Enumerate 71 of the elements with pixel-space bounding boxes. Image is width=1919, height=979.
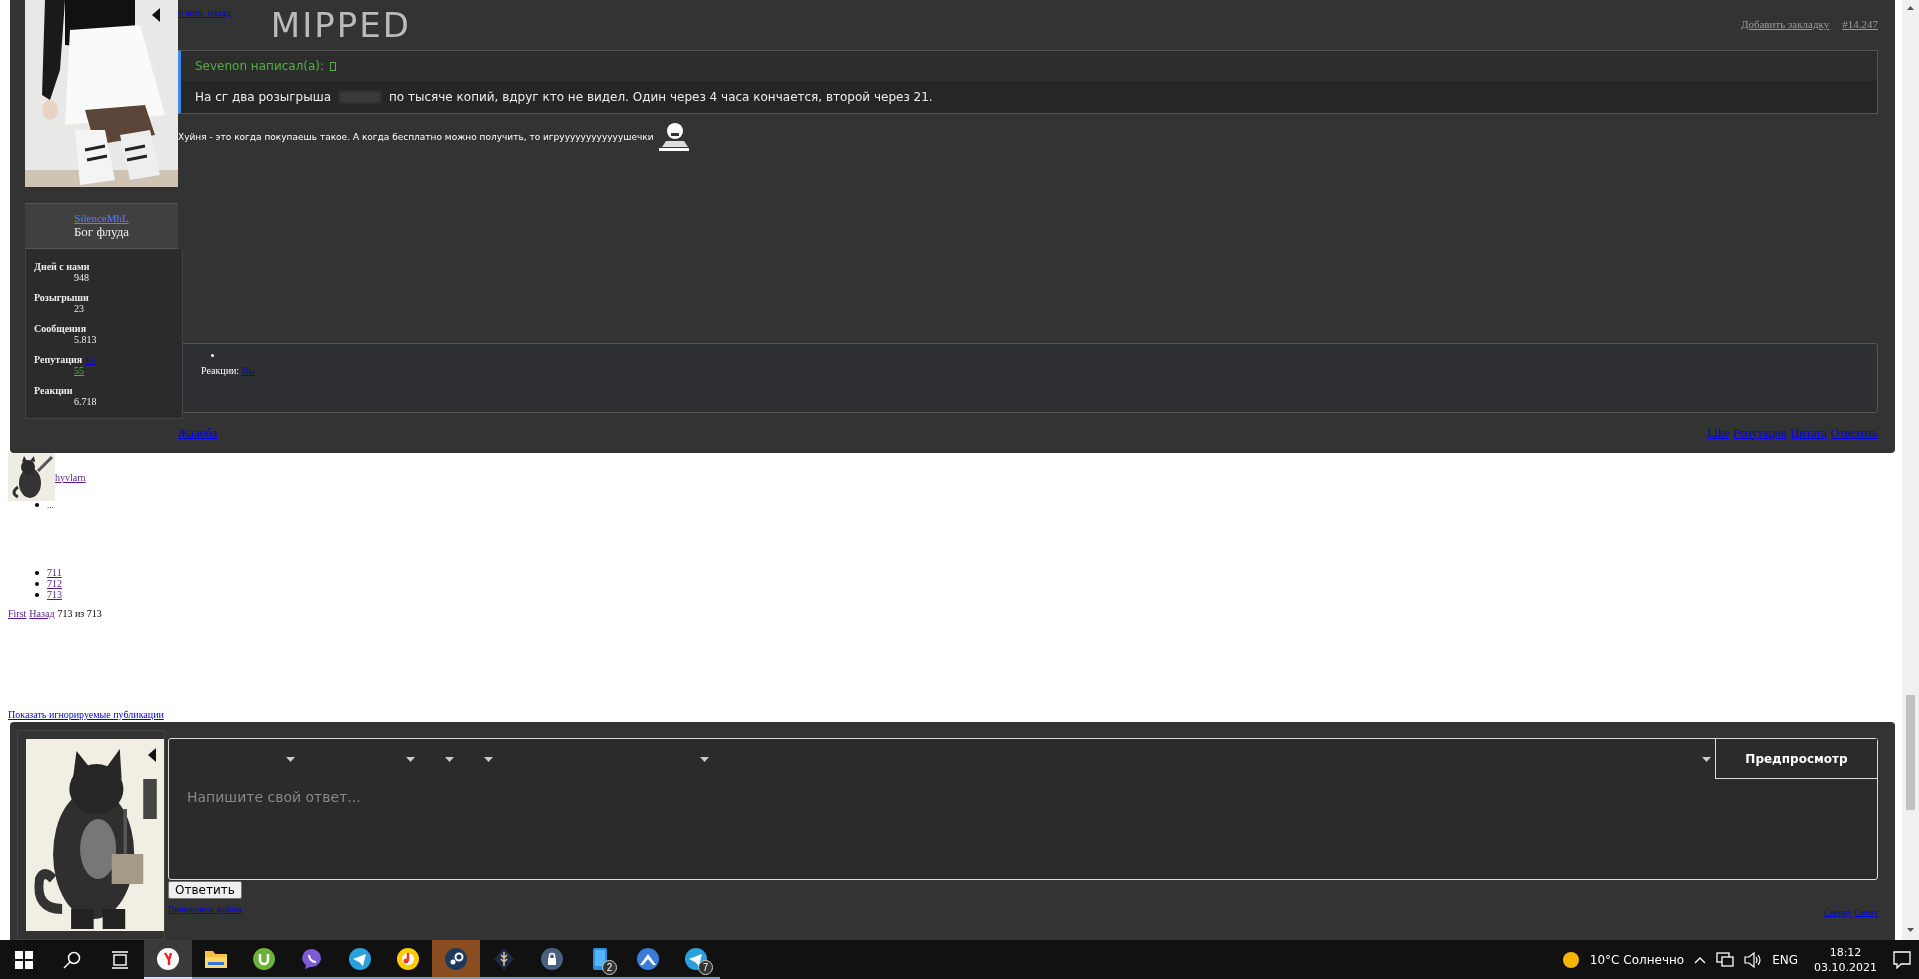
stat-value: 948	[74, 272, 89, 283]
sun-icon	[1561, 950, 1580, 969]
network-icon[interactable]	[1716, 951, 1735, 968]
stat-label: Розыгрыши	[34, 292, 90, 303]
caret-icon	[445, 756, 454, 762]
quote-text: На сг два розыгрыша	[195, 90, 331, 104]
back-link[interactable]: Назад	[29, 608, 55, 619]
page-status: 713 из 713	[57, 608, 102, 619]
post-number-link[interactable]: #14.247	[1842, 18, 1878, 30]
mountain-icon	[636, 946, 660, 971]
stat-value[interactable]: 55	[74, 365, 84, 376]
browser-icon	[156, 946, 180, 971]
stat-label: Репутация	[34, 354, 83, 365]
paper-plane-icon	[348, 946, 372, 971]
caret-icon	[406, 756, 415, 762]
badge: 2	[602, 960, 617, 975]
reply-editor[interactable]: Предпросмотр Напишите свой ответ...	[168, 738, 1878, 880]
page-link[interactable]: 713	[47, 589, 62, 600]
caret-icon	[1702, 756, 1711, 762]
message-text: Хуйня - это когда покупаешь такое. А когда бесплатно можно получить, то игруууууууууууушечки	[178, 132, 654, 142]
torrent-icon	[252, 946, 276, 971]
quote-author: Sevenon написал(а):	[195, 59, 325, 73]
lock-icon	[540, 946, 564, 971]
square-icon	[330, 61, 337, 71]
phone-bubble-icon	[300, 946, 324, 971]
notification-icon[interactable]	[1893, 950, 1911, 969]
caret-icon[interactable]	[152, 8, 160, 22]
search-icon	[63, 950, 81, 969]
first-link[interactable]: First	[8, 608, 27, 619]
logo: MIPPED	[270, 8, 411, 42]
stat-value: 5.813	[74, 334, 97, 345]
taskbar-app[interactable]	[432, 940, 480, 979]
phone-icon	[592, 946, 608, 971]
user-title: Бог флуда	[73, 224, 130, 240]
bullet-icon	[35, 570, 39, 575]
stat-label: Реакции	[34, 385, 74, 396]
weather-text[interactable]: 10°C Солнечно	[1589, 952, 1685, 967]
caret-icon	[286, 756, 295, 762]
stat-value: 23	[74, 303, 84, 314]
taskbar-app[interactable]: 7	[672, 940, 720, 979]
task-view-icon	[111, 950, 129, 969]
stat-label: Дней с нами	[34, 261, 91, 272]
page-link[interactable]: 711	[47, 567, 62, 578]
reply-button[interactable]: Ответить	[168, 881, 242, 899]
reactions-label: Реакции:	[201, 365, 240, 376]
music-icon	[396, 946, 420, 971]
bookmark-link[interactable]: Добавить закладку	[1740, 18, 1830, 30]
folder-icon	[204, 948, 228, 969]
bullet-icon	[35, 592, 39, 597]
caret-icon	[484, 756, 493, 762]
preview-button[interactable]: Предпросмотр	[1715, 739, 1877, 779]
quote-text: по тысяче копий, вдруг кто не видел. Один через 4 часа кончается, второй через 21.	[389, 90, 933, 104]
chevron-up-icon[interactable]	[1694, 955, 1707, 964]
bullet-icon	[35, 503, 39, 507]
ellipsis-text: ...	[47, 501, 54, 509]
stat-label: Сообщения	[34, 323, 88, 334]
language-indicator[interactable]: ENG	[1772, 952, 1798, 967]
page-link[interactable]: 712	[47, 578, 62, 589]
stat-value: 6.718	[74, 396, 97, 407]
caret-icon[interactable]	[148, 748, 156, 762]
taskbar-app[interactable]: 2	[576, 940, 624, 979]
clock[interactable]: 18:12 03.10.2021	[1808, 944, 1883, 975]
badge: 7	[698, 960, 713, 975]
bullet-icon	[211, 354, 214, 357]
show-ignored-link[interactable]: Показать игнорируемые публикации	[8, 709, 1902, 720]
volume-icon[interactable]	[1744, 951, 1763, 968]
username-link[interactable]: hyvlarn	[55, 471, 86, 483]
caret-icon	[700, 756, 709, 762]
windows-icon	[15, 950, 33, 969]
bullet-icon	[35, 581, 39, 586]
wheat-icon	[492, 946, 516, 971]
